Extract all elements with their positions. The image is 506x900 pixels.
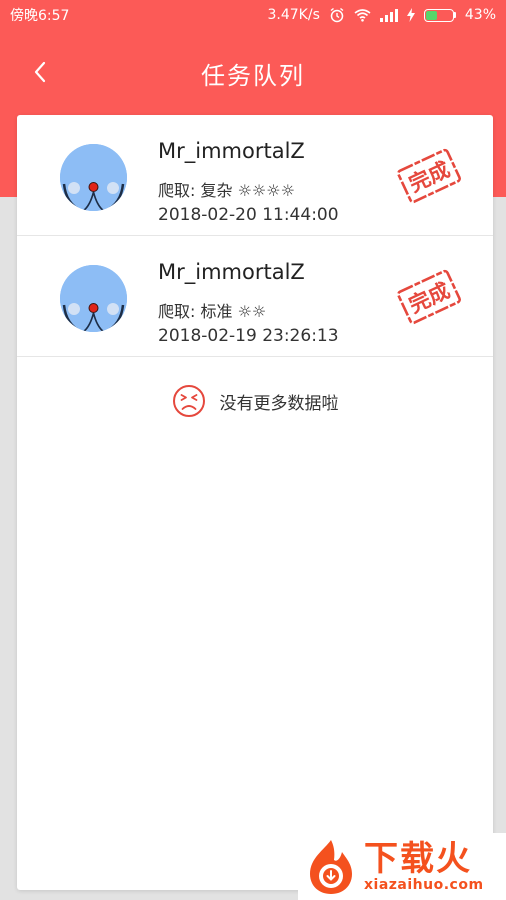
- battery-percent: 43%: [464, 7, 496, 23]
- page-title: 任务队列: [201, 61, 305, 90]
- task-timestamp: 2018-02-19 23:26:13: [158, 326, 339, 346]
- alarm-icon: [329, 7, 345, 23]
- wifi-icon: [354, 8, 371, 22]
- flame-logo-icon: [310, 839, 352, 894]
- done-stamp: 完成: [397, 269, 461, 325]
- watermark-url: xiazaihuo.com: [364, 876, 484, 893]
- task-crawl-mode: 爬取: 复杂 ☼☼☼☼: [158, 181, 295, 200]
- status-bar: 傍晚6:57 3.47K/s 43%: [0, 0, 506, 30]
- navigation-bar: 任务队列: [0, 30, 506, 116]
- user-avatar: [60, 265, 127, 332]
- task-timestamp: 2018-02-20 11:44:00: [158, 205, 339, 225]
- no-more-data-text: 没有更多数据啦: [219, 393, 339, 414]
- sad-face-icon: [172, 385, 205, 417]
- task-crawl-mode: 爬取: 标准 ☼☼: [158, 302, 267, 321]
- task-list-card: Mr_immortalZ 爬取: 复杂 ☼☼☼☼ 2018-02-20 11:4…: [17, 115, 493, 890]
- done-stamp-label: 完成: [405, 157, 453, 197]
- signal-icon: [379, 8, 398, 22]
- task-item[interactable]: Mr_immortalZ 爬取: 标准 ☼☼ 2018-02-19 23:26:…: [17, 236, 493, 357]
- charging-icon: [406, 8, 415, 22]
- task-user-name: Mr_immortalZ: [158, 139, 305, 163]
- watermark: 下载火 xiazaihuo.com: [298, 833, 506, 900]
- no-more-data: 没有更多数据啦: [17, 381, 493, 421]
- done-stamp-label: 完成: [405, 278, 453, 318]
- status-indicators: 3.47K/s 43%: [268, 7, 497, 23]
- chevron-left-icon: [34, 61, 46, 83]
- done-stamp: 完成: [397, 148, 461, 204]
- network-speed: 3.47K/s: [267, 7, 320, 23]
- user-avatar: [60, 144, 127, 211]
- back-button[interactable]: [22, 52, 58, 92]
- watermark-title: 下载火: [364, 838, 472, 879]
- battery-icon: [423, 8, 456, 22]
- task-user-name: Mr_immortalZ: [158, 260, 305, 284]
- task-item[interactable]: Mr_immortalZ 爬取: 复杂 ☼☼☼☼ 2018-02-20 11:4…: [17, 115, 493, 236]
- status-time: 傍晚6:57: [10, 8, 70, 24]
